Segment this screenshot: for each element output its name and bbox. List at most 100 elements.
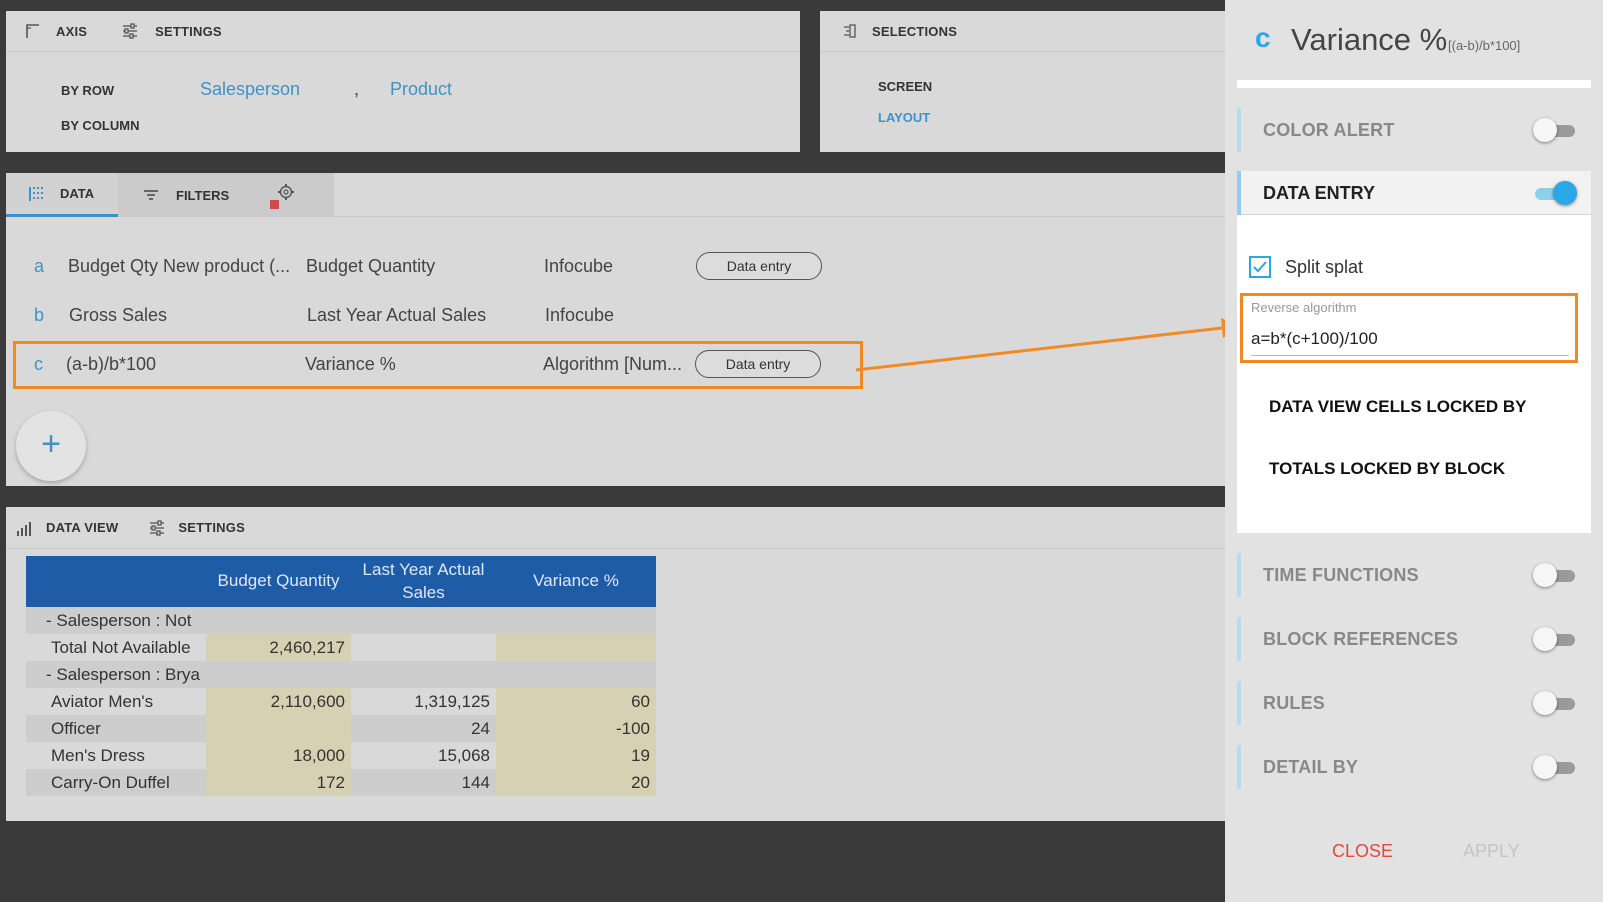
row-label: Carry-On Duffel [51, 773, 170, 792]
time-functions-toggle[interactable] [1533, 563, 1577, 587]
section-detail-by[interactable]: DETAIL BY [1237, 745, 1591, 789]
tab-axis-label: AXIS [56, 23, 88, 39]
data-panel: DATA FILTERS a Budget Qty New product (.… [6, 173, 1225, 486]
axis-header: AXIS SETTINGS [6, 11, 800, 52]
table-cell[interactable]: -100 [496, 715, 656, 742]
apply-button[interactable]: APPLY [1463, 841, 1520, 862]
split-splat-checkbox[interactable] [1249, 256, 1271, 278]
table-row[interactable]: Aviator Men's 2,110,600 1,319,125 60 [26, 688, 656, 715]
row-label: Total Not Available [51, 638, 191, 657]
table-cell[interactable]: 60 [496, 688, 656, 715]
table-cell[interactable]: 15,068 [351, 742, 496, 769]
row-source: Infocube [545, 305, 615, 325]
row-source: Algorithm [Num... [543, 354, 683, 374]
row-field-salesperson[interactable]: Salesperson [200, 79, 300, 100]
table-row[interactable]: Men's Dress 18,000 15,068 19 [26, 742, 656, 769]
column-header[interactable]: Variance % [496, 556, 656, 607]
tab-filters[interactable]: FILTERS [118, 173, 264, 217]
row-name: Last Year Actual Sales [307, 305, 487, 325]
properties-sidebar: c Variance % [(a-b)/b*100] COLOR ALERT D… [1225, 0, 1603, 902]
tab-data-label: DATA [60, 186, 95, 201]
section-rules[interactable]: RULES [1237, 681, 1591, 725]
row-formula: (a-b)/b*100 [66, 354, 157, 374]
section-label: COLOR ALERT [1263, 120, 1395, 140]
selection-screen[interactable]: SCREEN [878, 79, 932, 94]
sliders-icon [123, 23, 138, 39]
table-row[interactable]: Carry-On Duffel 172 144 20 [26, 769, 656, 796]
reverse-algorithm-input[interactable]: a=b*(c+100)/100 [1251, 324, 1569, 356]
section-bar [1237, 108, 1241, 152]
sliders-icon [150, 519, 165, 536]
table-row[interactable]: Officer 24 -100 [26, 715, 656, 742]
tab-selections[interactable]: SELECTIONS [842, 23, 957, 39]
by-row-label: BY ROW [61, 83, 115, 98]
section-color-alert[interactable]: COLOR ALERT [1237, 108, 1591, 152]
grid-header: Budget Quantity Last Year Actual Sales V… [26, 556, 656, 607]
section-time-functions[interactable]: TIME FUNCTIONS [1237, 553, 1591, 597]
tab-axis-settings-label: SETTINGS [155, 23, 222, 39]
table-cell[interactable]: 18,000 [206, 742, 351, 769]
selection-layout[interactable]: LAYOUT [878, 110, 930, 125]
table-cell[interactable]: 1,319,125 [351, 688, 496, 715]
row-name: Variance % [305, 354, 396, 374]
dataview-header: DATA VIEW SETTINGS [6, 507, 1225, 549]
table-cell[interactable]: 144 [351, 769, 496, 796]
section-bar [1237, 681, 1241, 725]
group-row[interactable]: - Salesperson : Not [26, 607, 656, 634]
detail-by-toggle[interactable] [1533, 755, 1577, 779]
color-alert-toggle[interactable] [1533, 118, 1577, 142]
tab-axis-settings[interactable]: SETTINGS [121, 22, 222, 40]
add-row-button[interactable]: + [16, 411, 86, 481]
column-header[interactable]: Budget Quantity [206, 556, 351, 607]
table-cell[interactable]: 19 [496, 742, 656, 769]
locked-cells-label[interactable]: DATA VIEW CELLS LOCKED BY [1269, 397, 1527, 417]
row-field-product[interactable]: Product [390, 79, 452, 100]
sidebar-divider [1237, 80, 1591, 88]
data-entry-button[interactable]: Data entry [696, 252, 822, 280]
tab-dataview-label: DATA VIEW [46, 520, 119, 535]
selections-header: SELECTIONS [820, 11, 1225, 52]
dataview-panel: DATA VIEW SETTINGS Budget Quantity Last … [6, 507, 1225, 821]
section-block-references[interactable]: BLOCK REFERENCES [1237, 617, 1591, 661]
section-label: RULES [1263, 693, 1326, 713]
table-cell[interactable]: 172 [206, 769, 351, 796]
table-cell[interactable]: 24 [351, 715, 496, 742]
tab-axis[interactable]: AXIS [24, 22, 87, 40]
section-label: DATA ENTRY [1263, 183, 1375, 203]
section-bar [1237, 553, 1241, 597]
locked-totals-label[interactable]: TOTALS LOCKED BY BLOCK [1269, 459, 1505, 479]
data-row-b[interactable]: b Gross Sales Last Year Actual Sales Inf… [6, 295, 856, 335]
table-cell[interactable]: 20 [496, 769, 656, 796]
axis-panel: AXIS SETTINGS BY ROW BY COLUMN Salespers… [6, 11, 800, 152]
section-label: BLOCK REFERENCES [1263, 629, 1459, 649]
close-button[interactable]: CLOSE [1332, 841, 1393, 862]
data-entry-toggle[interactable] [1533, 181, 1577, 205]
tab-filters-label: FILTERS [176, 187, 230, 203]
table-cell[interactable] [496, 634, 656, 661]
tab-data-config[interactable] [264, 173, 334, 217]
block-references-toggle[interactable] [1533, 627, 1577, 651]
column-header[interactable]: Last Year Actual Sales [351, 556, 496, 607]
group-row[interactable]: - Salesperson : Brya [26, 661, 656, 688]
gear-icon [270, 184, 294, 209]
table-cell[interactable] [351, 634, 496, 661]
row-label: - Salesperson : Brya [46, 665, 201, 684]
data-grid-icon [29, 186, 43, 201]
tab-dataview[interactable]: DATA VIEW [16, 519, 118, 537]
table-cell[interactable] [206, 715, 351, 742]
table-cell[interactable]: 2,460,217 [206, 634, 351, 661]
data-row-a[interactable]: a Budget Qty New product (... Budget Qua… [6, 246, 856, 286]
table-row[interactable]: Total Not Available 2,460,217 [26, 634, 656, 661]
rules-toggle[interactable] [1533, 691, 1577, 715]
data-row-c[interactable]: c (a-b)/b*100 Variance % Algorithm [Num.… [13, 341, 863, 389]
row-letter: b [34, 305, 45, 325]
row-formula: Budget Qty New product (... [68, 256, 291, 276]
reverse-algorithm-field: Reverse algorithm a=b*(c+100)/100 [1240, 293, 1578, 363]
data-entry-header[interactable]: DATA ENTRY [1237, 171, 1591, 215]
data-entry-button[interactable]: Data entry [695, 350, 821, 378]
table-cell[interactable]: 2,110,600 [206, 688, 351, 715]
row-label: - Salesperson : Not [46, 611, 192, 630]
tab-data[interactable]: DATA [6, 173, 118, 217]
tab-dataview-settings-label: SETTINGS [178, 520, 245, 535]
tab-dataview-settings[interactable]: SETTINGS [148, 519, 245, 537]
